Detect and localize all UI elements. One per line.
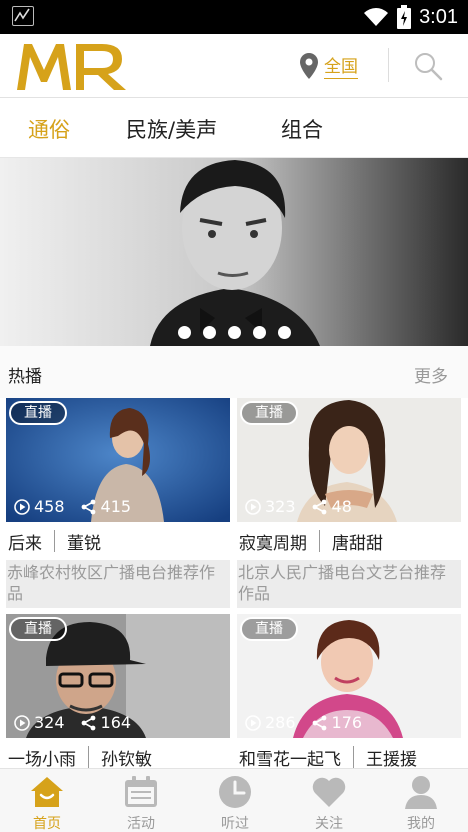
play-count-icon	[14, 498, 30, 515]
play-count: 324	[34, 713, 65, 732]
calendar-icon	[125, 776, 157, 807]
share-count: 176	[331, 713, 363, 732]
divider	[88, 746, 89, 768]
app-notification-icon	[12, 6, 34, 26]
status-bar: 3:01	[0, 0, 468, 34]
live-badge: 直播	[240, 617, 298, 641]
play-count-icon	[245, 498, 261, 515]
carousel-dot[interactable]	[202, 326, 216, 339]
song-info: 后来 董锐	[6, 522, 230, 560]
heart-icon	[312, 777, 346, 807]
song-info: 寂寞周期 唐甜甜	[237, 522, 461, 560]
live-badge: 直播	[9, 617, 67, 641]
tab-group[interactable]: 组合	[281, 114, 323, 144]
song-stats: 324 164	[14, 713, 131, 732]
live-badge: 直播	[240, 401, 298, 425]
search-icon[interactable]	[412, 50, 444, 82]
bottom-navigation: 首页 活动 听过 关注 我的	[0, 768, 468, 832]
app-header: 全国	[0, 34, 468, 98]
nav-following[interactable]: 关注	[282, 769, 376, 832]
status-time: 3:01	[419, 5, 458, 28]
carousel-dot[interactable]	[177, 326, 191, 339]
location-label: 全国	[324, 52, 358, 79]
play-count: 286	[265, 713, 296, 732]
share-icon	[81, 499, 95, 514]
user-icon	[405, 776, 437, 809]
banner-carousel[interactable]	[0, 158, 468, 346]
tab-ethnic-bel-canto[interactable]: 民族/美声	[126, 114, 217, 144]
nav-home[interactable]: 首页	[0, 769, 94, 832]
location-selector[interactable]: 全国	[300, 52, 358, 79]
song-card[interactable]: 直播 323 48 寂寞周期 唐甜甜 北京人民广播电台文艺台推荐作品	[237, 398, 461, 608]
carousel-dot[interactable]	[277, 326, 291, 339]
carousel-dot[interactable]	[252, 326, 266, 339]
nav-label: 活动	[127, 816, 155, 832]
wifi-icon	[364, 8, 389, 26]
song-stats: 286 176	[245, 713, 362, 732]
play-count-icon	[245, 714, 261, 731]
nav-label: 关注	[315, 816, 343, 832]
location-pin-icon	[300, 52, 318, 79]
singer-name: 唐甜甜	[332, 533, 383, 554]
section-title: 热播	[8, 367, 42, 387]
battery-icon	[397, 5, 412, 29]
singer-name: 董锐	[67, 533, 101, 554]
song-title: 和雪花一起飞	[239, 749, 341, 770]
mr-logo	[17, 44, 126, 90]
song-description: 北京人民广播电台文艺台推荐作品	[238, 563, 447, 603]
hot-section-header: 热播 更多	[0, 346, 468, 398]
singer-name: 王援援	[366, 749, 417, 770]
singer-name: 孙钦敏	[101, 749, 152, 770]
nav-history[interactable]: 听过	[188, 769, 282, 832]
nav-activities[interactable]: 活动	[94, 769, 188, 832]
song-description: 赤峰农村牧区广播电台推荐作品	[7, 563, 216, 603]
song-title: 一场小雨	[8, 749, 76, 770]
nav-label: 听过	[221, 816, 249, 832]
divider	[353, 746, 354, 768]
share-count: 415	[100, 497, 132, 516]
song-title: 后来	[8, 533, 42, 554]
banner-image	[0, 158, 468, 346]
tab-popular[interactable]: 通俗	[28, 114, 70, 144]
carousel-indicators	[0, 326, 468, 339]
divider	[319, 530, 320, 552]
song-title: 寂寞周期	[239, 533, 307, 554]
carousel-dot[interactable]	[227, 326, 241, 339]
clock-icon	[219, 776, 251, 808]
divider	[54, 530, 55, 552]
song-stats: 458 415	[14, 497, 131, 516]
home-icon	[31, 777, 63, 807]
share-count: 48	[331, 497, 352, 516]
play-count: 323	[265, 497, 296, 516]
category-tabs: 通俗 民族/美声 组合	[0, 98, 468, 158]
nav-label: 我的	[407, 816, 435, 832]
nav-profile[interactable]: 我的	[374, 769, 468, 832]
share-icon	[312, 499, 326, 514]
song-stats: 323 48	[245, 497, 352, 516]
play-count: 458	[34, 497, 65, 516]
play-count-icon	[14, 714, 30, 731]
share-count: 164	[100, 713, 132, 732]
share-icon	[81, 715, 95, 730]
header-divider	[388, 48, 389, 82]
nav-label: 首页	[33, 816, 61, 832]
more-link[interactable]: 更多	[414, 362, 448, 387]
live-badge: 直播	[9, 401, 67, 425]
share-icon	[312, 715, 326, 730]
song-card[interactable]: 直播 458 415 后来 董锐 赤峰农村牧区广播电台推荐作品	[6, 398, 230, 608]
